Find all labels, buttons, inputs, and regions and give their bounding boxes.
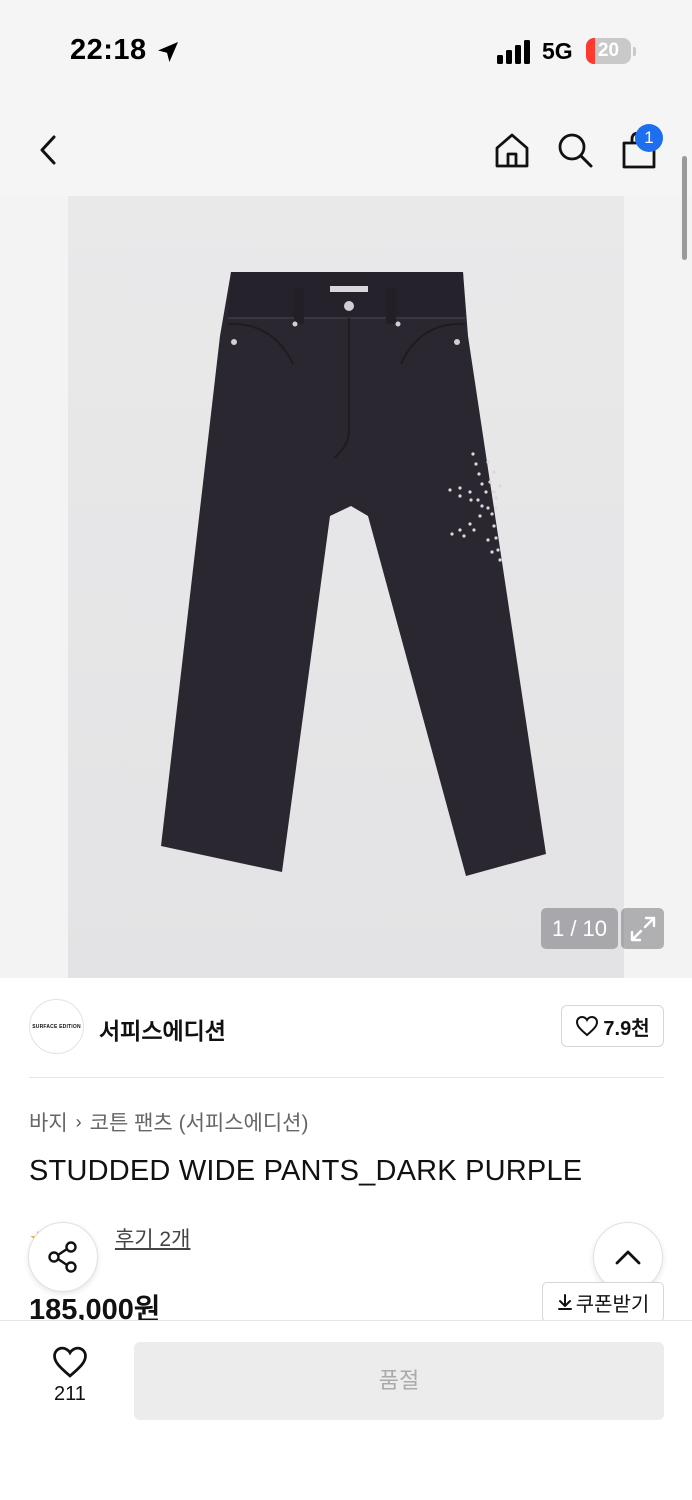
coupon-button[interactable]: 쿠폰받기 (542, 1282, 664, 1322)
brand-logo-text: SURFACE EDITION (32, 1023, 81, 1030)
battery-icon: 20 (586, 38, 631, 64)
share-button[interactable] (28, 1222, 98, 1292)
search-button[interactable] (551, 126, 599, 174)
product-photo[interactable] (68, 196, 624, 978)
coupon-label: 쿠폰받기 (575, 1293, 650, 1316)
chevron-up-icon (615, 1250, 641, 1265)
brand-like-button[interactable]: 7.9천 (561, 1005, 664, 1047)
chevron-right-icon: › (75, 1111, 82, 1132)
expand-image-button[interactable] (621, 908, 664, 949)
signal-bars-icon (497, 40, 530, 64)
breadcrumb-category[interactable]: 바지 (29, 1107, 68, 1137)
search-icon (558, 133, 593, 168)
heart-outline-icon (53, 1346, 87, 1378)
brand-logo[interactable]: SURFACE EDITION (29, 999, 84, 1054)
home-icon (495, 133, 529, 168)
expand-icon (630, 916, 655, 941)
pants-image (161, 272, 546, 876)
brand-row[interactable]: SURFACE EDITION 서피스에디션 7.9천 (0, 978, 692, 1078)
battery-cap (633, 47, 636, 56)
wish-button[interactable]: 211 (40, 1345, 100, 1421)
brand-name[interactable]: 서피스에디션 (99, 1012, 226, 1046)
status-bar: 22:18 5G 20 (0, 0, 692, 104)
home-button[interactable] (488, 126, 536, 174)
cart-count-badge: 1 (635, 124, 663, 152)
image-counter: 1 / 10 (541, 908, 618, 949)
breadcrumb: 바지 › 코튼 팬츠 (서피스에디션) (29, 1107, 309, 1137)
sold-out-button[interactable]: 품절 (134, 1342, 664, 1420)
product-image-gallery[interactable] (0, 156, 692, 978)
product-title: STUDDED WIDE PANTS_DARK PURPLE (29, 1155, 583, 1187)
brand-like-count: 7.9천 (603, 1017, 650, 1040)
divider (29, 1077, 664, 1078)
status-time: 22:18 (70, 34, 147, 66)
chevron-left-icon (40, 135, 56, 165)
review-link[interactable]: 후기 2개 (115, 1223, 190, 1253)
location-arrow-icon (158, 42, 178, 62)
battery-level-text: 20 (597, 40, 620, 61)
top-nav (0, 104, 692, 196)
network-label: 5G (542, 38, 573, 64)
back-button[interactable] (25, 126, 73, 174)
scroll-indicator (682, 156, 687, 260)
heart-outline-icon (576, 1015, 599, 1037)
breadcrumb-subcategory[interactable]: 코튼 팬츠 (서피스에디션) (90, 1107, 309, 1137)
share-icon (48, 1241, 77, 1273)
download-icon (557, 1294, 572, 1310)
bottom-action-bar: 211 품절 (0, 1320, 692, 1500)
wish-count: 211 (54, 1383, 86, 1405)
